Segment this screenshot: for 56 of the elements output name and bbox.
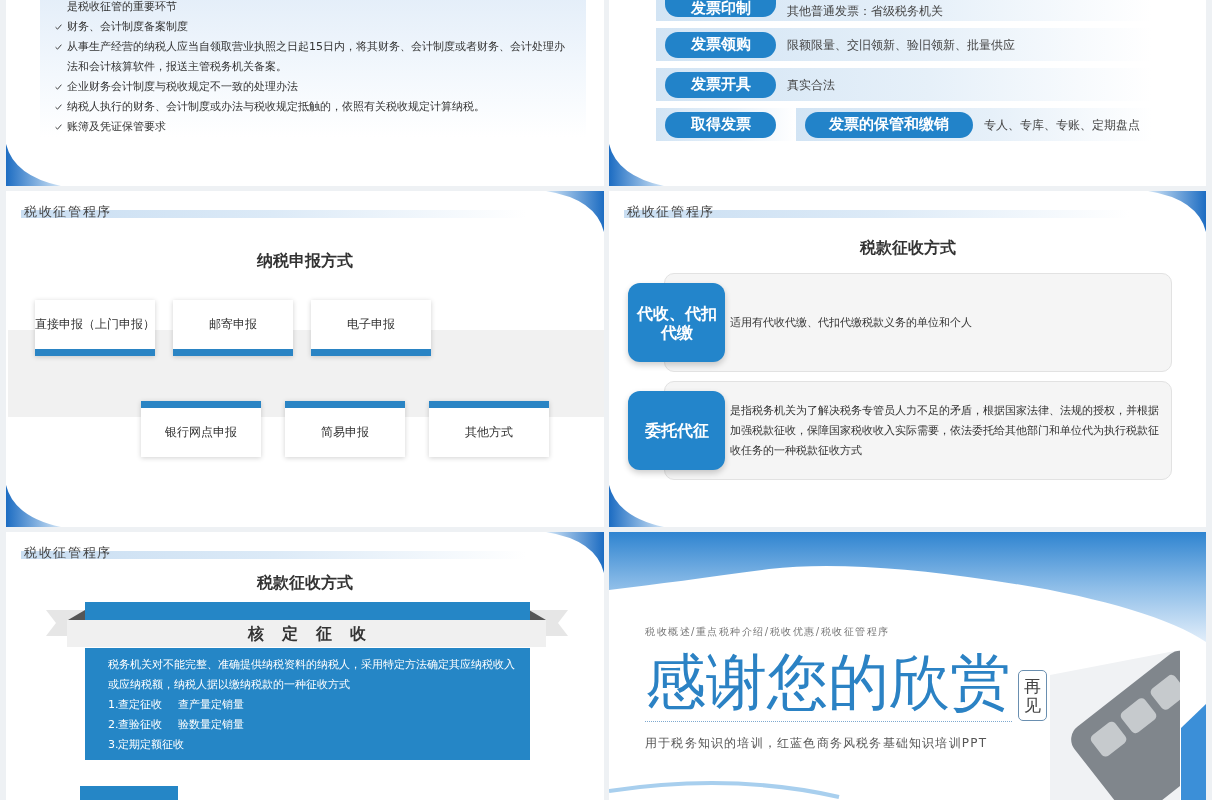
description-text: 适用有代收代缴、代扣代缴税款义务的单位和个人 xyxy=(730,314,972,331)
check-icon xyxy=(55,44,62,50)
stage-description: 真实合法 xyxy=(787,76,835,93)
method-card: 邮寄申报 xyxy=(173,300,293,356)
section-header: 税收征管程序 xyxy=(23,203,113,220)
list-text: 是税收征管的重要环节 xyxy=(67,0,177,15)
stage-label: 发票开具 xyxy=(665,71,776,98)
stage-description: 限额限量、交旧领新、验旧领新、批量供应 xyxy=(787,36,1015,53)
intro-text: 税务机关对不能完整、准确提供纳税资料的纳税人，采用特定方法确定其应纳税收入或应纳税额，纳税人据以缴纳税款的一种征收方式 xyxy=(108,657,516,693)
category-tile: 代收、代扣代缴 xyxy=(628,283,725,362)
method-card: 直接申报（上门申报） xyxy=(35,300,155,356)
description-text: 是指税务机关为了解决税务专管员人力不足的矛盾，根据国家法律、法规的授权，并根据加强税款征收，保障国家税收收入实际需要，依法委托给其他部门和单位代为执行税款征收任务的一种税款征收方式 xyxy=(730,402,1159,459)
corner-accent-icon xyxy=(546,532,604,573)
check-icon xyxy=(55,84,62,90)
slide-title: 税款征收方式 xyxy=(859,238,956,258)
corner-accent-icon xyxy=(546,191,604,232)
check-icon xyxy=(55,104,62,110)
slide-title: 纳税申报方式 xyxy=(257,251,353,271)
method-card: 简易申报 xyxy=(285,401,405,457)
headline-text: 感谢您的欣赏 xyxy=(645,650,1011,714)
list-text: 企业财务会计制度与税收规定不一致的处理办法 xyxy=(67,79,298,95)
list-text: 财务、会计制度备案制度 xyxy=(67,19,188,35)
corner-accent-icon xyxy=(6,144,61,186)
farewell-tag: 再见 xyxy=(1018,670,1047,722)
corner-accent-icon xyxy=(6,485,61,527)
stage-label: 发票领购 xyxy=(665,31,776,58)
check-icon xyxy=(55,124,62,130)
stage-description: 专人、专库、专账、定期盘点 xyxy=(984,116,1140,133)
method-label: 3.定期定额征收 xyxy=(108,737,185,753)
swoosh-line-icon xyxy=(609,778,841,800)
check-icon xyxy=(55,24,62,30)
method-detail: 查产量定销量 xyxy=(178,697,244,713)
slide-title: 税款征收方式 xyxy=(257,573,353,593)
method-card: 其他方式 xyxy=(429,401,549,457)
corner-accent-icon xyxy=(609,144,664,186)
stage-label: 发票印制 xyxy=(665,0,776,17)
list-text: 纳税人执行的财务、会计制度或办法与税收规定抵触的，依照有关税收规定计算纳税。 xyxy=(67,99,485,115)
stage-label: 发票的保管和缴销 xyxy=(805,111,973,138)
corner-accent-icon xyxy=(1181,704,1206,800)
section-header: 税收征管程序 xyxy=(23,544,113,561)
stage-label: 取得发票 xyxy=(665,111,776,138)
method-detail: 验数量定销量 xyxy=(178,717,244,733)
list-text: 从事生产经营的纳税人应当自领取营业执照之日起15日内，将其财务、会计制度或者财务、会计处理办法和会计核算软件，报送主管税务机关备案。 xyxy=(67,39,566,75)
method-card: 银行网点申报 xyxy=(141,401,261,457)
method-card: 电子申报 xyxy=(311,300,431,356)
method-label: 1.查定征收 xyxy=(108,697,164,713)
corner-accent-icon xyxy=(609,485,664,527)
subtitle-text: 用于税务知识的培训，红蓝色商务风税务基础知识培训PPT xyxy=(645,735,988,752)
section-header: 税收征管程序 xyxy=(626,203,716,220)
list-text: 账簿及凭证保管要求 xyxy=(67,119,166,135)
banner-title: 核定征收 xyxy=(246,623,384,645)
breadcrumb-text: 税收概述/重点税种介绍/税收优惠/税收征管程序 xyxy=(645,625,890,639)
corner-accent-icon xyxy=(1148,191,1206,232)
method-label: 2.查验征收 xyxy=(108,717,164,733)
category-tile: 委托代征 xyxy=(628,391,725,470)
stage-description: 其他普通发票：省级税务机关 xyxy=(787,3,943,19)
